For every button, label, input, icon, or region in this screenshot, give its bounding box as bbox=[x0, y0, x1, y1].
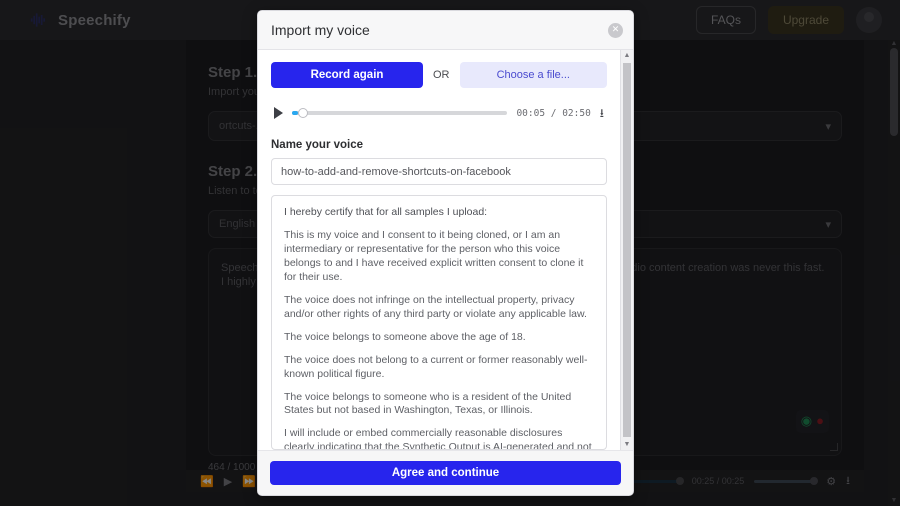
modal-body: Record again OR Choose a file... 00:05 /… bbox=[258, 50, 620, 450]
certification-text: I hereby certify that for all samples I … bbox=[272, 196, 606, 449]
import-voice-modal: Import my voice ✕ Record again OR Choose… bbox=[257, 10, 634, 496]
modal-scroll-region: Record again OR Choose a file... 00:05 /… bbox=[258, 50, 633, 450]
modal-scrollbar-thumb[interactable] bbox=[623, 63, 631, 437]
audio-preview-player: 00:05 / 02:50 ⭳ bbox=[271, 107, 607, 119]
modal-scrollbar[interactable]: ▲ ▼ bbox=[620, 50, 633, 450]
voice-name-input[interactable]: how-to-add-and-remove-shortcuts-on-faceb… bbox=[271, 158, 607, 185]
audio-progress-knob[interactable] bbox=[298, 108, 309, 118]
agree-and-continue-button[interactable]: Agree and continue bbox=[270, 461, 621, 485]
close-icon[interactable]: ✕ bbox=[608, 22, 623, 38]
certification-clause: The voice does not belong to a current o… bbox=[284, 353, 588, 380]
screen-root: Speechify FAQs Upgrade Step 1. Imp Impor… bbox=[0, 0, 900, 506]
name-field-label: Name your voice bbox=[271, 139, 364, 151]
certification-clause: The voice does not infringe on the intel… bbox=[284, 293, 587, 320]
scroll-down-arrow-icon[interactable]: ▼ bbox=[621, 439, 633, 450]
or-separator-label: OR bbox=[433, 69, 450, 81]
scroll-up-arrow-icon[interactable]: ▲ bbox=[621, 50, 633, 61]
download-icon[interactable]: ⭳ bbox=[600, 107, 604, 119]
choose-file-button[interactable]: Choose a file... bbox=[459, 62, 607, 88]
import-actions-row: Record again OR Choose a file... bbox=[271, 62, 607, 88]
certification-intro: I hereby certify that for all samples I … bbox=[284, 206, 488, 218]
audio-progress-slider[interactable] bbox=[292, 108, 508, 118]
record-again-button[interactable]: Record again bbox=[271, 62, 423, 88]
modal-title: Import my voice bbox=[271, 22, 370, 38]
certification-clause: This is my voice and I consent to it bei… bbox=[284, 228, 584, 283]
modal-footer: Agree and continue bbox=[258, 450, 633, 495]
play-icon[interactable] bbox=[274, 107, 283, 119]
certification-box[interactable]: I hereby certify that for all samples I … bbox=[271, 195, 607, 450]
certification-clause: The voice belongs to someone above the a… bbox=[284, 330, 526, 343]
modal-header: Import my voice ✕ bbox=[258, 11, 633, 50]
certification-clause: The voice belongs to someone who is a re… bbox=[284, 390, 572, 417]
audio-time-display: 00:05 / 02:50 bbox=[516, 107, 591, 119]
certification-clause: I will include or embed commercially rea… bbox=[284, 427, 592, 449]
